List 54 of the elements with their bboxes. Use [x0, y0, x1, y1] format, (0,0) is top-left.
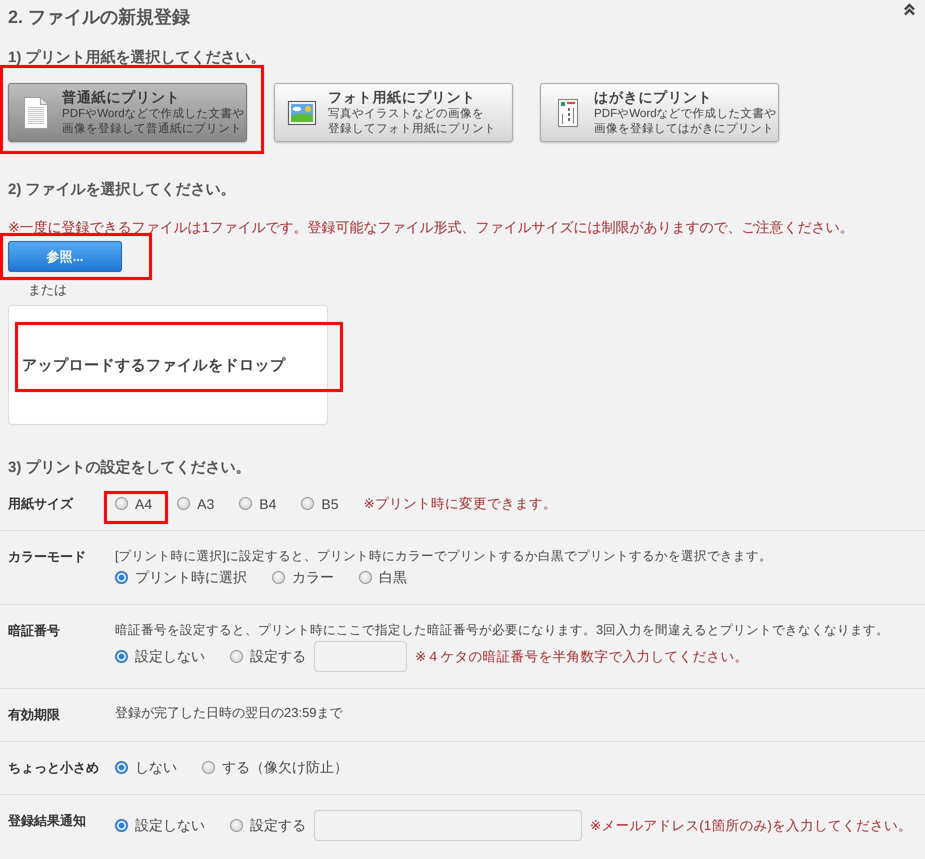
pin-input-field[interactable] [314, 641, 407, 672]
double-chevron-up-icon[interactable] [904, 3, 915, 16]
radio-label[interactable]: A4 [135, 496, 152, 512]
setting-value: 登録が完了した日時の翌日の23:59まで [115, 704, 344, 722]
email-input-field[interactable] [314, 810, 582, 841]
setting-label: ちょっと小さめ [8, 759, 100, 777]
paper-type-button[interactable]: はがきにプリント PDFやWordなどで作成した文書や 画像を登録してはがきにプリント [540, 83, 779, 142]
paper-type-button[interactable]: フォト用紙にプリント 写真やイラストなどの画像を 登録してフォト用紙にプリント [274, 83, 513, 142]
radio-button[interactable] [115, 819, 128, 832]
step-heading: 1) プリント用紙を選択してください。 [7, 48, 266, 68]
note-text: ※メールアドレス(1箇所のみ)を入力してください。 [590, 816, 912, 834]
section-title: 2. ファイルの新規登録 [8, 6, 190, 28]
radio-button[interactable] [115, 497, 128, 510]
radio-label[interactable]: 設定しない [135, 648, 205, 666]
radio-button[interactable] [239, 497, 252, 510]
postcard-icon [558, 98, 578, 126]
radio-label[interactable]: する（像欠け防止） [222, 758, 348, 776]
drop-zone[interactable]: アップロードするファイルをドロップ [8, 305, 328, 425]
radio-button[interactable] [202, 761, 215, 774]
setting-label: 登録結果通知 [8, 812, 87, 830]
radio-label[interactable]: 設定しない [135, 816, 205, 834]
radio-label[interactable]: しない [135, 758, 177, 776]
setting-description: [プリント時に選択]に設定すると、プリント時にカラーでプリントするか白黒でプリントするかを選択できます。 [115, 548, 774, 565]
step-heading: 3) プリントの設定をしてください。 [7, 458, 251, 478]
paper-type-button[interactable]: 普通紙にプリント PDFやWordなどで作成した文書や 画像を登録して普通紙にプリント [8, 83, 247, 142]
radio-button[interactable] [115, 650, 128, 663]
radio-label[interactable]: B5 [321, 496, 338, 512]
step-heading: 2) ファイルを選択してください。 [7, 180, 236, 200]
radio-button[interactable] [177, 497, 190, 510]
radio-label[interactable]: カラー [292, 568, 334, 586]
radio-button[interactable] [230, 819, 243, 832]
setting-label: 暗証番号 [8, 622, 61, 640]
radio-button[interactable] [359, 571, 372, 584]
radio-button[interactable] [230, 650, 243, 663]
setting-description: 暗証番号を設定すると、プリント時にここで指定した暗証番号が必要になります。3回入力を間違えるとプリントできなくなります。 [115, 622, 890, 639]
note-text: ※４ケタの暗証番号を半角数字で入力してください。 [415, 648, 748, 666]
radio-button[interactable] [272, 571, 285, 584]
radio-button[interactable] [301, 497, 314, 510]
radio-button[interactable] [115, 761, 128, 774]
radio-button[interactable] [115, 571, 128, 584]
radio-label[interactable]: 白黒 [379, 568, 407, 586]
radio-label[interactable]: 設定する [250, 648, 306, 666]
radio-label[interactable]: 設定する [250, 816, 306, 834]
radio-label[interactable]: A3 [197, 496, 214, 512]
or-text: または [28, 283, 67, 297]
setting-label: 有効期限 [8, 706, 61, 724]
drop-zone-label: アップロードするファイルをドロップ [22, 356, 286, 374]
setting-label: カラーモード [8, 548, 87, 566]
radio-label[interactable]: B4 [259, 496, 276, 512]
note-text: ※プリント時に変更できます。 [364, 494, 557, 512]
landscape-photo-icon [288, 100, 316, 124]
setting-label: 用紙サイズ [8, 495, 74, 513]
document-icon [24, 96, 48, 128]
radio-label[interactable]: プリント時に選択 [135, 568, 247, 586]
